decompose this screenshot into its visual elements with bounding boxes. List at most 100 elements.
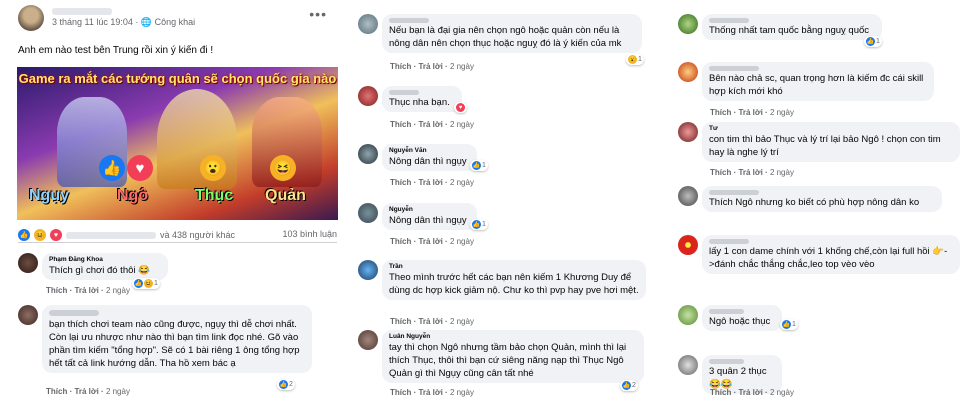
comment-actions: Thích · Trả lời · 2 ngày: [710, 168, 794, 177]
reply-button[interactable]: Trả lời: [738, 108, 762, 117]
commenter-name[interactable]: [49, 310, 99, 316]
like-button[interactable]: Thích: [390, 388, 411, 397]
commenter-name[interactable]: [709, 190, 759, 195]
commenter-avatar[interactable]: [678, 14, 698, 34]
comment-time[interactable]: 2 ngày: [770, 108, 794, 117]
commenter-avatar[interactable]: [18, 253, 38, 273]
commenter-name[interactable]: [389, 18, 429, 23]
comment-text: tay thì chọn Ngô nhưng tầm bảo chọn Quản…: [389, 342, 627, 379]
like-button[interactable]: Thích: [46, 387, 67, 396]
comments-column: Nếu bạn là đại gia nên chọn ngô hoặc quả…: [350, 0, 650, 417]
author-avatar[interactable]: [18, 5, 44, 31]
comment-time[interactable]: 2 ngày: [770, 388, 794, 397]
comment-time[interactable]: 2 ngày: [450, 317, 474, 326]
faction-label: Thục: [195, 187, 234, 204]
commenter-name[interactable]: Nguyễn Văn: [389, 147, 470, 155]
like-reaction-icon: 👍: [99, 155, 125, 181]
comment-time[interactable]: 2 ngày: [450, 178, 474, 187]
like-icon: 👍: [18, 229, 30, 241]
commenter-name[interactable]: Phạm Đăng Khoa: [49, 256, 161, 264]
commenter-avatar[interactable]: [678, 186, 698, 206]
comment-reactions[interactable]: 👍 1: [780, 319, 798, 330]
commenter-avatar[interactable]: [358, 144, 378, 164]
commenter-name[interactable]: [709, 359, 744, 364]
commenter-avatar[interactable]: [678, 355, 698, 375]
commenter-avatar[interactable]: [18, 305, 38, 325]
commenter-name[interactable]: Tư: [709, 125, 953, 133]
commenter-name[interactable]: Luân Nguyễn: [389, 333, 637, 341]
commenter-avatar[interactable]: [358, 86, 378, 106]
commenter-name[interactable]: Trần: [389, 263, 639, 271]
comment-count[interactable]: 103 bình luận: [282, 229, 337, 239]
comment-text: bạn thích chơi team nào cũng được, ngụy …: [49, 319, 300, 369]
like-button[interactable]: Thích: [46, 286, 67, 295]
reply-button[interactable]: Trả lời: [418, 120, 442, 129]
like-button[interactable]: Thích: [390, 317, 411, 326]
comment-bubble: Thích Ngô nhưng ko biết có phù hợp nông …: [702, 186, 942, 212]
commenter-name[interactable]: [709, 239, 749, 244]
reply-button[interactable]: Trả lời: [74, 286, 98, 295]
comment-time[interactable]: 2 ngày: [450, 120, 474, 129]
post-image[interactable]: Game ra mắt các tướng quân sẽ chọn quốc …: [17, 67, 338, 220]
reaction-count: 1: [792, 321, 796, 328]
comment-reactions[interactable]: 😮 1: [626, 54, 644, 65]
commenter-avatar[interactable]: [678, 235, 698, 255]
reaction-count: 1: [154, 280, 158, 287]
reply-button[interactable]: Trả lời: [738, 168, 762, 177]
comment-time[interactable]: 2 ngày: [450, 388, 474, 397]
comment-reactions[interactable]: 👍 2: [620, 380, 638, 391]
like-icon: 👍: [472, 220, 481, 229]
commenter-name[interactable]: Nguyễn: [389, 206, 470, 214]
commenter-avatar[interactable]: [358, 203, 378, 223]
comment-reactions[interactable]: 👍 1: [864, 36, 882, 47]
post-date[interactable]: 3 tháng 11 lúc 19:04: [52, 17, 133, 27]
reply-button[interactable]: Trả lời: [418, 178, 442, 187]
comment-actions: Thích · Trả lời · 2 ngày: [46, 387, 130, 396]
like-button[interactable]: Thích: [390, 237, 411, 246]
commenter-avatar[interactable]: [358, 260, 378, 280]
comment-time[interactable]: 2 ngày: [106, 286, 130, 295]
faction-label: Ngụy: [29, 187, 69, 204]
reply-button[interactable]: Trả lời: [418, 62, 442, 71]
comment-text: Nông dân thì ngụy: [389, 156, 467, 167]
reply-button[interactable]: Trả lời: [738, 388, 762, 397]
reaction-count: 1: [482, 162, 486, 169]
commenter-avatar[interactable]: [678, 305, 698, 325]
reply-button[interactable]: Trả lời: [418, 237, 442, 246]
commenter-avatar[interactable]: [678, 62, 698, 82]
comment-reactions[interactable]: 👍 1: [470, 160, 488, 171]
comment-time[interactable]: 2 ngày: [450, 62, 474, 71]
hero-art: [157, 89, 237, 189]
commenter-avatar[interactable]: [678, 122, 698, 142]
comment-reactions[interactable]: 👍 2: [277, 379, 295, 390]
like-button[interactable]: Thích: [390, 62, 411, 71]
like-button[interactable]: Thích: [390, 120, 411, 129]
reply-button[interactable]: Trả lời: [74, 387, 98, 396]
more-options-icon[interactable]: •••: [309, 6, 327, 22]
reply-button[interactable]: Trả lời: [418, 317, 442, 326]
commenter-name[interactable]: [709, 66, 759, 71]
like-button[interactable]: Thích: [710, 108, 731, 117]
love-reaction-icon: ♥: [127, 155, 153, 181]
commenter-name[interactable]: [709, 18, 749, 23]
like-button[interactable]: Thích: [710, 388, 731, 397]
comment-reactions[interactable]: 👍 😆 1: [132, 278, 160, 289]
comment-time[interactable]: 2 ngày: [450, 237, 474, 246]
reactions-summary[interactable]: 👍 😆 ♥ và 438 người khác: [18, 229, 235, 241]
reaction-count: 1: [638, 56, 642, 63]
commenter-avatar[interactable]: [358, 14, 378, 34]
comment-reactions[interactable]: ♥: [454, 102, 467, 113]
commenter-avatar[interactable]: [358, 330, 378, 350]
reply-button[interactable]: Trả lời: [418, 388, 442, 397]
comment-time[interactable]: 2 ngày: [106, 387, 130, 396]
commenter-name[interactable]: [389, 90, 419, 95]
post-header: 3 tháng 11 lúc 19:04 · 🌐 Công khai: [18, 5, 195, 31]
faction-label: Quản: [265, 187, 306, 204]
like-button[interactable]: Thích: [710, 168, 731, 177]
author-name-blurred[interactable]: [52, 8, 112, 15]
comment-bubble: Phạm Đăng Khoa Thích gì chơi đó thôi 😂: [42, 253, 168, 280]
comment-reactions[interactable]: 👍 1: [470, 219, 488, 230]
comment-time[interactable]: 2 ngày: [770, 168, 794, 177]
like-button[interactable]: Thích: [390, 178, 411, 187]
commenter-name[interactable]: [709, 309, 744, 314]
